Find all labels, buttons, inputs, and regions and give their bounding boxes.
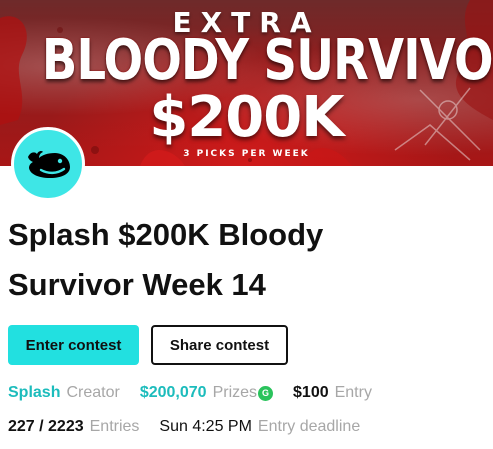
contest-stats-row-1: Splash Creator $200,070 Prizes G $100 En… xyxy=(8,382,392,404)
entries-stat: 227 / 2223 Entries xyxy=(8,418,139,436)
banner-title-text: BLOODY SURVIVOR xyxy=(41,28,493,93)
creator-label: Creator xyxy=(66,384,120,401)
prizes-value: $200,070 xyxy=(139,384,207,401)
entries-value: 227 / 2223 xyxy=(8,418,84,435)
share-contest-button[interactable]: Share contest xyxy=(151,325,288,365)
entry-fee-value: $100 xyxy=(293,384,329,401)
avatar xyxy=(11,127,85,201)
entry-fee-stat: $100 Entry xyxy=(293,384,372,402)
guaranteed-badge-icon: G xyxy=(258,385,274,401)
deadline-value: Sun 4:25 PM xyxy=(159,418,252,435)
entries-label: Entries xyxy=(89,418,140,435)
whale-icon xyxy=(28,150,70,178)
prizes-label: Prizes xyxy=(212,384,258,401)
prizes-stat: $200,070 Prizes G xyxy=(139,384,274,402)
creator-stat: Splash Creator xyxy=(8,384,120,402)
contest-stats-row-2: 227 / 2223 Entries Sun 4:25 PM Entry dea… xyxy=(8,416,380,438)
deadline-label: Entry deadline xyxy=(257,418,361,435)
entry-fee-label: Entry xyxy=(334,384,372,401)
enter-contest-button[interactable]: Enter contest xyxy=(8,325,139,365)
page-title: Splash $200K Bloody Survivor Week 14 xyxy=(8,217,324,302)
creator-link[interactable]: Splash xyxy=(8,384,60,402)
deadline-stat: Sun 4:25 PM Entry deadline xyxy=(159,418,360,436)
